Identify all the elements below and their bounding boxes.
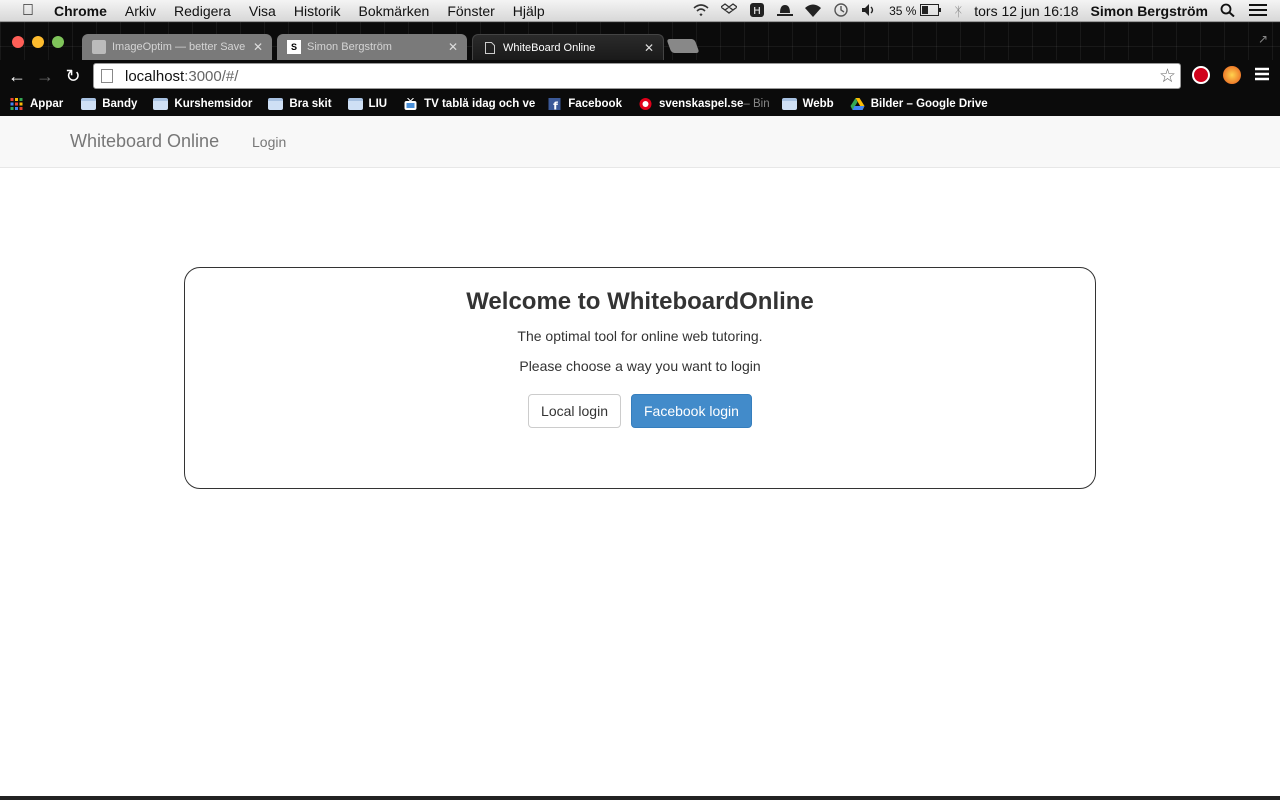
tv-icon [404,98,417,110]
menubar-user[interactable]: Simon Bergström [1091,3,1208,19]
back-button[interactable]: ← [5,64,29,88]
svenskaspel-icon [639,98,652,110]
notification-center-icon[interactable] [1248,3,1268,20]
svg-text:H: H [753,6,761,17]
facebook-login-button[interactable]: Facebook login [630,394,752,428]
login-instruction: Please choose a way you want to login [519,358,761,374]
minimize-window-button[interactable] [32,36,44,48]
apple-menu-icon[interactable]:  [17,0,39,22]
navbar-brand[interactable]: Whiteboard Online [70,131,219,152]
s-favicon-icon: S [287,40,301,54]
bookmark-webb[interactable]: Webb [781,98,834,110]
bookmark-svenskaspel[interactable]: svenskaspel.se – Bin [638,98,770,110]
web-page: Whiteboard Online Login Welcome to White… [0,116,1280,796]
folder-icon [268,98,284,110]
bookmark-label: Kurshemsidor [174,98,253,110]
bookmark-label: Appar [30,98,64,110]
new-tab-button[interactable] [666,39,700,53]
bookmark-label: Bra skit [289,98,332,110]
mac-menubar:  Chrome Arkiv Redigera Visa Historik Bo… [0,0,1280,22]
folder-icon [153,98,169,110]
wifi-sync-icon[interactable] [693,3,709,20]
folder-icon [81,98,97,110]
app-navbar: Whiteboard Online Login [0,116,1280,168]
tab-title: Simon Bergström [307,41,392,53]
bookmark-bra-skit[interactable]: Bra skit [268,98,332,110]
menu-arkiv[interactable]: Arkiv [125,0,156,22]
login-buttons: Local login Facebook login [185,394,1095,428]
welcome-title: Welcome to WhiteboardOnline [466,288,814,315]
adblock-extension-icon[interactable] [1192,66,1210,84]
bookmark-liu[interactable]: LIU [347,98,388,110]
volume-icon[interactable] [861,3,877,20]
menu-app-chrome[interactable]: Chrome [54,0,107,22]
bookmark-label-suffix: – Bin [743,98,770,110]
hat-icon[interactable] [777,3,794,20]
url-host: localhost [125,67,185,85]
tab-title: WhiteBoard Online [503,41,596,54]
menubar-clock[interactable]: tors 12 jun 16:18 [974,3,1078,19]
zoom-window-button[interactable] [52,36,64,48]
close-window-button[interactable] [12,36,24,48]
app-status-icon[interactable]: H [749,2,765,20]
apps-grid-icon [10,98,23,110]
bookmark-label: Webb [802,98,834,110]
tagline: The optimal tool for online web tutoring… [517,328,763,344]
menu-hjalp[interactable]: Hjälp [513,0,545,22]
navbar-login-link[interactable]: Login [252,134,286,150]
menu-historik[interactable]: Historik [294,0,341,22]
reload-button[interactable]: ↻ [61,64,85,88]
menu-visa[interactable]: Visa [249,0,276,22]
bookmark-kurshemsidor[interactable]: Kurshemsidor [153,98,252,110]
spotlight-search-icon[interactable] [1220,3,1236,20]
menu-fonster[interactable]: Fönster [447,0,494,22]
tab-close-icon[interactable]: ✕ [250,40,266,54]
bookmark-tv-tabla[interactable]: TV tablå idag och ve [403,98,535,110]
address-bar[interactable]: localhost:3000/#/ ☆ [93,63,1181,89]
time-machine-icon[interactable] [833,2,849,20]
bookmarks-bar: Appar Bandy Kurshemsidor Bra skit LIU TV… [0,92,1280,116]
chrome-menu-icon[interactable] [1255,66,1269,87]
tab-simon-bergstrom[interactable]: S Simon Bergström ✕ [277,34,467,60]
bookmark-google-drive[interactable]: Bilder – Google Drive [850,98,988,110]
imageoptim-favicon-icon [92,40,106,54]
tab-title: ImageOptim — better Save [112,41,246,53]
welcome-card: Welcome to WhiteboardOnline The optimal … [184,267,1096,489]
bookmark-label: Facebook [568,98,622,110]
forward-button[interactable]: → [33,64,57,88]
facebook-icon: f [548,98,561,111]
battery-percent: 35 % [889,4,917,18]
bookmark-label: TV tablå idag och ve [424,98,536,110]
bookmark-label: LIU [368,98,388,110]
wifi-icon[interactable] [805,3,822,20]
tab-close-icon[interactable]: ✕ [641,41,657,55]
page-favicon-icon [483,41,497,55]
fire-extension-icon[interactable] [1223,66,1241,84]
window-bottom-edge [0,796,1280,800]
bluetooth-icon[interactable]: ᛡ [954,4,962,19]
bookmark-label: svenskaspel.se [658,98,744,110]
bookmark-bandy[interactable]: Bandy [81,98,137,110]
menu-bokmarken[interactable]: Bokmärken [359,0,430,22]
local-login-button[interactable]: Local login [528,394,621,428]
bookmark-star-icon[interactable]: ☆ [1159,65,1176,88]
fullscreen-icon[interactable]: ↗ [1258,32,1268,46]
folder-icon [347,98,363,110]
bookmark-appar[interactable]: Appar [9,98,63,110]
page-icon [101,69,113,83]
battery-icon[interactable] [920,3,942,19]
url-path: :3000/#/ [184,67,239,85]
browser-tabstrip: ImageOptim — better Save ✕ S Simon Bergs… [0,22,1280,60]
svg-text:f: f [553,100,558,111]
menu-redigera[interactable]: Redigera [174,0,231,22]
dropbox-icon[interactable] [721,2,738,20]
folder-icon [781,98,797,110]
tab-close-icon[interactable]: ✕ [445,40,461,54]
bookmark-label: Bilder – Google Drive [870,98,988,110]
tab-imageoptim[interactable]: ImageOptim — better Save ✕ [82,34,272,60]
bookmark-label: Bandy [102,98,138,110]
bookmark-facebook[interactable]: f Facebook [547,98,622,110]
tab-whiteboard-online[interactable]: WhiteBoard Online ✕ [472,34,664,60]
google-drive-icon [850,98,865,110]
